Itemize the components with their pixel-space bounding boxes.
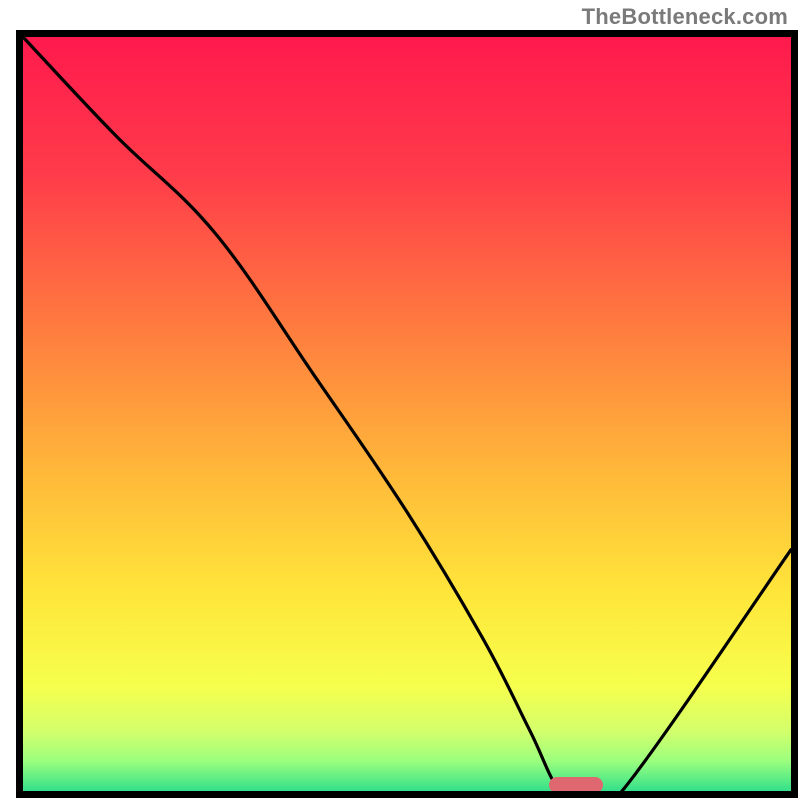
plot-frame: [16, 30, 798, 798]
bottleneck-curve: [23, 37, 791, 791]
optimal-marker: [549, 777, 603, 793]
watermark-text: TheBottleneck.com: [582, 4, 788, 30]
chart-container: TheBottleneck.com: [0, 0, 800, 800]
plot-area: [23, 37, 791, 791]
